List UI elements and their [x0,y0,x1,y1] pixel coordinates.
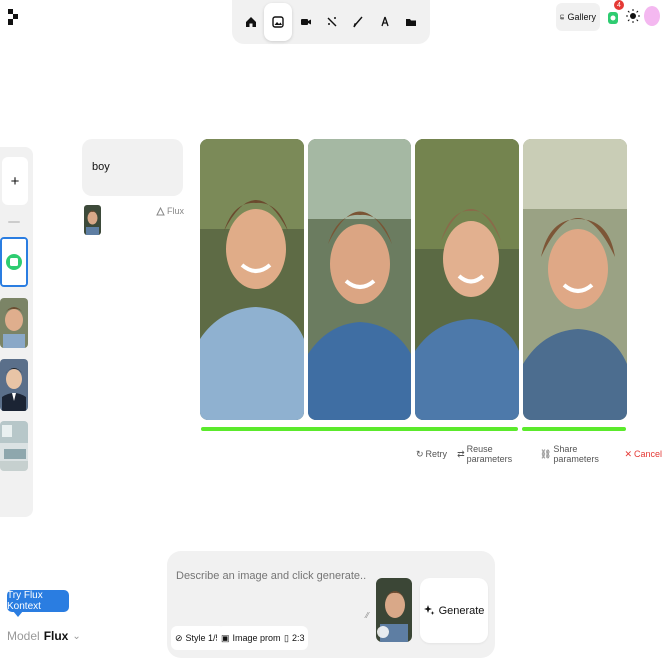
user-avatar[interactable] [644,6,660,26]
video-mode-button[interactable] [293,4,319,40]
generated-image[interactable] [308,139,411,420]
reuse-label: Reuse parameters [466,444,513,464]
pen-tool-icon [380,16,389,27]
reference-image [84,205,101,235]
retry-label: Retry [425,449,448,459]
folder-icon [405,19,416,26]
new-session-button[interactable]: + [2,157,28,205]
vector-mode-button[interactable] [372,4,398,40]
share-label: Share parameters [553,444,599,464]
session-thumbnail-icon [2,239,26,285]
gallery-icon [560,14,565,20]
history-thumbnail [0,359,28,411]
video-icon [300,19,311,25]
boy-portrait-image [523,139,627,420]
edit-mode-button[interactable] [319,4,345,40]
style-icon: ⊘ [175,632,183,643]
sparkle-icon [423,605,435,615]
model-logo-icon [156,206,165,215]
image-prompt-icon: ▣ [221,632,230,643]
image-icon [272,16,285,28]
theme-toggle-icon[interactable] [626,9,640,23]
draw-mode-button[interactable] [345,4,371,40]
retry-icon: ↻ [416,448,424,459]
home-button[interactable] [238,4,264,40]
cancel-label: Cancel [633,449,662,459]
try-flux-label: Try Flux Kontext [7,590,43,612]
prompt-input[interactable] [176,570,366,582]
home-icon [246,17,257,27]
chevron-down-icon: ⌄ [72,630,81,642]
prompt-reference-thumbnail[interactable] [84,205,101,235]
aspect-ratio-icon: ▯ [284,632,289,643]
notification-badge: 4 [614,0,624,10]
boy-portrait-image [415,139,519,420]
sidebar-item-current[interactable] [0,237,28,287]
cancel-button[interactable]: ✕ Cancel [624,449,662,460]
gallery-label: Gallery [567,12,596,22]
plus-icon: + [10,172,20,190]
history-thumbnail [0,421,28,471]
style-label: Style 1/5 [185,633,221,643]
sidebar-item-portrait[interactable] [0,359,28,411]
boy-portrait-image [200,139,304,420]
aspect-ratio-button[interactable]: ▯ 2:3 [280,626,309,650]
brush-icon [353,16,363,28]
reuse-icon: ⇄ [457,448,465,459]
history-thumbnail [0,298,28,348]
link-icon: ⛓ [539,448,552,459]
model-tag: Flux [156,206,184,216]
sidebar-item-room[interactable] [0,421,28,471]
model-value: Flux [43,629,69,643]
tooltip-tail [13,611,23,617]
image-mode-button[interactable] [264,3,293,41]
model-tag-label: Flux [167,206,185,216]
sidebar-divider [8,221,20,223]
boy-portrait-image [308,139,411,420]
reuse-parameters-button[interactable]: ⇄ Reuse parameters [457,444,530,464]
remove-reference-icon[interactable] [377,626,389,638]
mode-toolbar [232,0,430,44]
try-flux-kontext-button[interactable]: Try Flux Kontext [7,590,69,612]
generation-actions: ↻ Retry ⇄ Reuse parameters ⛓ Share param… [416,444,662,464]
generated-image[interactable] [523,139,627,420]
progress-bar [522,427,626,431]
model-prefix: Model [7,629,40,643]
retry-button[interactable]: ↻ Retry [416,449,447,460]
resize-handle-icon[interactable]: ⁄⁄ [366,611,369,620]
generated-image[interactable] [200,139,304,420]
progress-bar [201,427,518,431]
logo-icon[interactable] [6,8,20,26]
generated-image[interactable] [415,139,519,420]
share-parameters-button[interactable]: ⛓ Share parameters [540,444,615,464]
prompt-text: boy [92,161,110,173]
model-select[interactable]: Model Flux ⌄ [7,629,81,643]
credits-icon[interactable] [606,8,620,26]
close-icon: ✕ [624,448,632,459]
generate-label: Generate [438,604,485,617]
gallery-button[interactable]: Gallery [556,3,600,31]
folder-button[interactable] [398,4,424,40]
generate-button[interactable]: Generate [420,578,488,643]
sidebar-item-boy[interactable] [0,298,28,348]
prompt-bubble: boy [82,139,183,196]
magic-wand-icon [327,17,337,27]
aspect-ratio-label: 2:3 [291,633,305,643]
